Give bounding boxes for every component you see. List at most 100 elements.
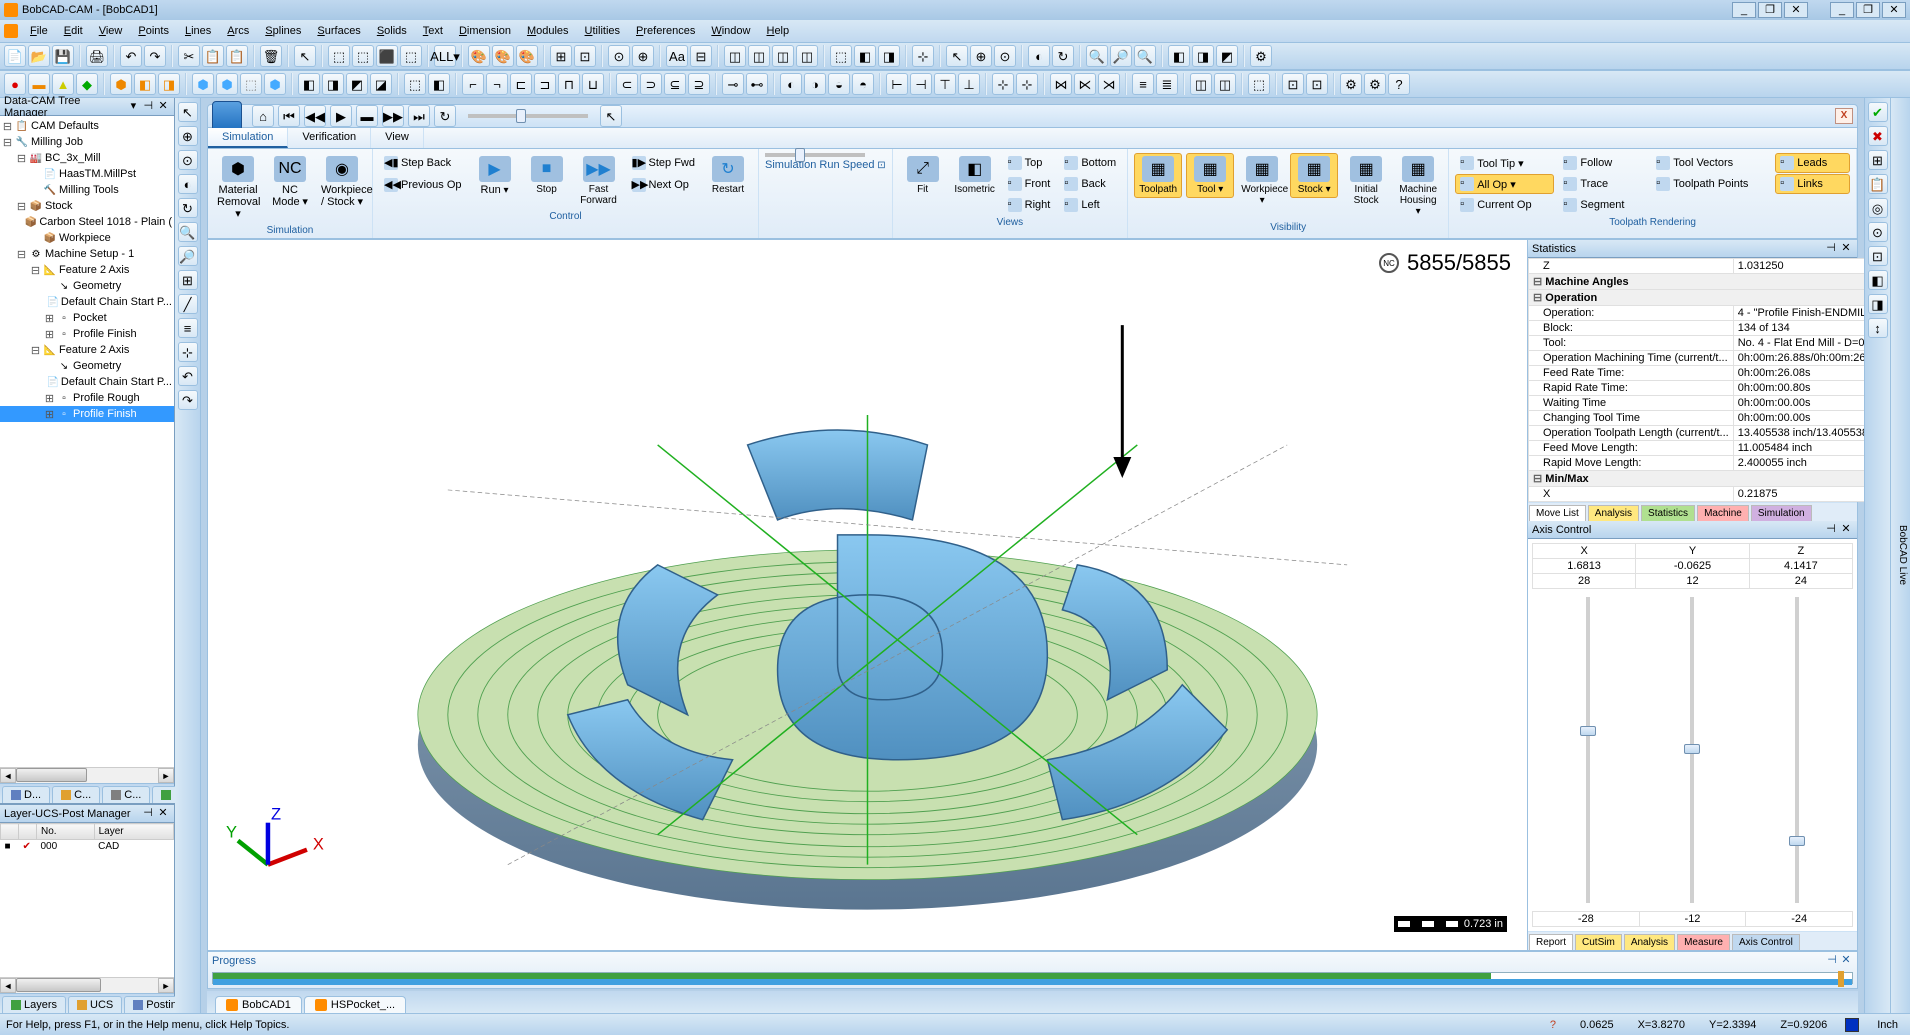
rtool-btn[interactable]: ⊙	[1868, 222, 1888, 242]
toolbar-btn[interactable]: 🔍	[1134, 45, 1156, 67]
toolbar-btn[interactable]: ◫	[1190, 73, 1212, 95]
toolbar-btn[interactable]: 📂	[28, 45, 50, 67]
back-view-button[interactable]: ▫Back	[1059, 174, 1121, 194]
rtool-btn[interactable]: 📋	[1868, 174, 1888, 194]
bottom-tab-ucs[interactable]: UCS	[68, 996, 122, 1013]
bottom-tab-layers[interactable]: Layers	[2, 996, 66, 1013]
toolbar-btn[interactable]: ↶	[120, 45, 142, 67]
toolbar-btn[interactable]: ⬢	[264, 73, 286, 95]
stats-tab-statistics[interactable]: Statistics	[1641, 505, 1695, 521]
toolbar-btn[interactable]: ?	[1388, 73, 1410, 95]
toolbar-btn[interactable]: ⚙	[1340, 73, 1362, 95]
side-tab[interactable]: C...	[52, 786, 100, 803]
vis-machine-housing[interactable]: ▦Machine Housing ▾	[1394, 153, 1442, 220]
sim-tab-verification[interactable]: Verification	[288, 128, 371, 148]
vis-stock[interactable]: ▦Stock ▾	[1290, 153, 1338, 198]
sim-last-icon[interactable]: ⏭	[408, 105, 430, 127]
vtool-btn[interactable]: ↻	[178, 198, 198, 218]
tree-item[interactable]: ↘Geometry	[0, 358, 174, 374]
toolbar-btn[interactable]: ⊷	[746, 73, 768, 95]
sim-close-button[interactable]: X	[1835, 108, 1853, 124]
side-tab[interactable]: D...	[2, 786, 50, 803]
toolbar-btn[interactable]: ⚙	[1250, 45, 1272, 67]
menu-modules[interactable]: Modules	[519, 23, 577, 39]
menu-arcs[interactable]: Arcs	[219, 23, 257, 39]
toolbar-btn[interactable]: ⬚	[830, 45, 852, 67]
tree-item[interactable]: ⊞▫Profile Finish	[0, 406, 174, 422]
toolbar-btn[interactable]: ALL▾	[434, 45, 456, 67]
vtool-btn[interactable]: ↶	[178, 366, 198, 386]
toolbar-btn[interactable]: ⊓	[558, 73, 580, 95]
toolbar-btn[interactable]: ⬚	[352, 45, 374, 67]
panel-pin-icon[interactable]: ⊣	[141, 100, 155, 114]
toolbar-btn[interactable]: ◨	[1192, 45, 1214, 67]
panel-close-icon[interactable]: ✕	[156, 100, 170, 114]
toolbar-btn[interactable]: ⊹	[1016, 73, 1038, 95]
side-tab[interactable]: C...	[102, 786, 150, 803]
axis-tab-axis-control[interactable]: Axis Control	[1732, 934, 1800, 950]
toolbar-btn[interactable]: ⊙	[608, 45, 630, 67]
rtool-btn[interactable]: ⊞	[1868, 150, 1888, 170]
tree-item[interactable]: ⊞▫Pocket	[0, 310, 174, 326]
sim-next-icon[interactable]: ▶▶	[382, 105, 404, 127]
toolbar-btn[interactable]: ⋉	[1074, 73, 1096, 95]
render-follow[interactable]: ▫Follow	[1558, 153, 1647, 173]
tree-item[interactable]: ⊟⚙Machine Setup - 1	[0, 246, 174, 262]
toolbar-btn[interactable]: ⊸	[722, 73, 744, 95]
sim-home-icon[interactable]: ⌂	[252, 105, 274, 127]
vis-tool[interactable]: ▦Tool ▾	[1186, 153, 1234, 198]
y-slider[interactable]	[1682, 597, 1702, 903]
toolbar-btn[interactable]: ⊇	[688, 73, 710, 95]
run-button[interactable]: ▶Run ▾	[471, 153, 519, 199]
toolbar-btn[interactable]: ◫	[724, 45, 746, 67]
menu-window[interactable]: Window	[703, 23, 758, 39]
front-view-button[interactable]: ▫Front	[1003, 174, 1056, 194]
layer-hscroll[interactable]: ◄ ►	[0, 977, 174, 993]
render-all-op[interactable]: ▫All Op ▾	[1455, 174, 1554, 194]
toolbar-btn[interactable]: ◓	[852, 73, 874, 95]
toolbar-btn[interactable]: ↷	[144, 45, 166, 67]
toolbar-btn[interactable]: ⊕	[632, 45, 654, 67]
x-slider[interactable]	[1578, 597, 1598, 903]
toolbar-btn[interactable]: 🔎	[1110, 45, 1132, 67]
rtool-btn[interactable]: ✔	[1868, 102, 1888, 122]
vtool-btn[interactable]: ↖	[178, 102, 198, 122]
toolbar-btn[interactable]: 💾	[52, 45, 74, 67]
toolbar-btn[interactable]: ⊟	[690, 45, 712, 67]
sim-prev-icon[interactable]: ◀◀	[304, 105, 326, 127]
menu-help[interactable]: Help	[758, 23, 797, 39]
tree-item[interactable]: 📄HaasTM.MillPst	[0, 166, 174, 182]
vtool-btn[interactable]: 🔎	[178, 246, 198, 266]
toolbar-btn[interactable]: ≣	[1156, 73, 1178, 95]
toolbar-btn[interactable]: ◩	[346, 73, 368, 95]
restore-button[interactable]: ❐	[1856, 2, 1880, 18]
top-view-button[interactable]: ▫Top	[1003, 153, 1056, 173]
vis-toolpath[interactable]: ▦Toolpath	[1134, 153, 1182, 198]
rtool-btn[interactable]: ◨	[1868, 294, 1888, 314]
tree-item[interactable]: 📄Default Chain Start P...	[0, 294, 174, 310]
toolbar-btn[interactable]: Aa	[666, 45, 688, 67]
rtool-btn[interactable]: ↕	[1868, 318, 1888, 338]
vtool-btn[interactable]: ↷	[178, 390, 198, 410]
axis-tab-report[interactable]: Report	[1529, 934, 1573, 950]
toolbar-btn[interactable]: ◆	[76, 73, 98, 95]
toolbar-btn[interactable]: ◧	[134, 73, 156, 95]
sim-speed-slider[interactable]	[468, 114, 588, 118]
sim-cursor-icon[interactable]: ↖	[600, 105, 622, 127]
render-segment[interactable]: ▫Segment	[1558, 195, 1647, 215]
toolbar-btn[interactable]: ⊙	[994, 45, 1016, 67]
axis-tab-measure[interactable]: Measure	[1677, 934, 1730, 950]
toolbar-btn[interactable]: 🎨	[468, 45, 490, 67]
minimize-button[interactable]: _	[1830, 2, 1854, 18]
menu-text[interactable]: Text	[415, 23, 451, 39]
next-op-button[interactable]: ▶▶Next Op	[627, 175, 700, 195]
toolbar-btn[interactable]: ⊤	[934, 73, 956, 95]
menu-surfaces[interactable]: Surfaces	[309, 23, 368, 39]
toolbar-btn[interactable]: ▲	[52, 73, 74, 95]
minimize-inner-button[interactable]: _	[1732, 2, 1756, 18]
doc-tab[interactable]: BobCAD1	[215, 996, 302, 1013]
panel-dropdown-icon[interactable]: ▾	[126, 100, 140, 114]
toolbar-btn[interactable]: ¬	[486, 73, 508, 95]
stats-tab-simulation[interactable]: Simulation	[1751, 505, 1812, 521]
toolbar-btn[interactable]: ⬚	[1248, 73, 1270, 95]
